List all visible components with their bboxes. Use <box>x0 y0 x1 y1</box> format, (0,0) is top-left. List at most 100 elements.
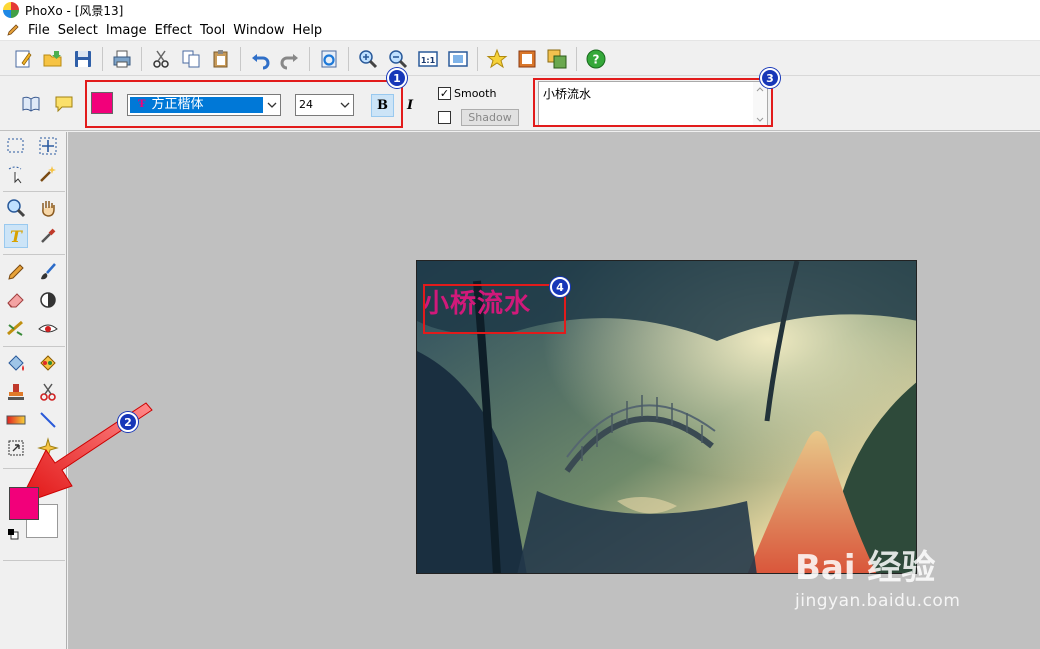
step-badge-3: 3 <box>760 68 780 88</box>
text-style-button[interactable] <box>20 93 42 115</box>
speech-bubble-button[interactable] <box>53 93 75 115</box>
save-button[interactable] <box>68 44 98 74</box>
shadow-checkbox[interactable] <box>438 111 451 124</box>
watermark-main: Bai 经验 <box>795 548 936 588</box>
transform-icon <box>8 440 24 456</box>
highlight-canvas-text <box>423 284 566 334</box>
zoom-in-button[interactable] <box>353 44 383 74</box>
frame-button[interactable] <box>512 44 542 74</box>
help-button[interactable]: ? <box>581 44 611 74</box>
highlight-text-input <box>533 78 773 127</box>
toolbar-separator <box>102 46 103 71</box>
effects-tool[interactable] <box>36 436 60 460</box>
menu-window[interactable]: Window <box>233 23 292 38</box>
menu-select[interactable]: Select <box>58 23 106 38</box>
magic-wand-tool[interactable] <box>36 162 60 186</box>
magic-wand-icon <box>40 166 56 182</box>
new-button[interactable] <box>8 44 38 74</box>
step-badge-2: 2 <box>118 412 138 432</box>
sharpen-tool[interactable] <box>4 316 28 340</box>
redo-button[interactable] <box>275 44 305 74</box>
print-icon <box>113 50 131 67</box>
title-bar: PhoXo - [风景13] <box>0 0 1040 20</box>
menu-tool[interactable]: Tool <box>200 23 233 38</box>
open-folder-icon <box>43 50 62 66</box>
menu-bar: File Select Image Effect Tool Window Hel… <box>0 20 1040 41</box>
gradient-fill-tool[interactable] <box>36 352 60 376</box>
brush-tool[interactable] <box>36 260 60 284</box>
baidu-watermark: Bai 经验 jingyan.baidu.com <box>795 540 960 611</box>
hand-tool[interactable] <box>36 196 60 220</box>
pencil-icon <box>7 24 19 36</box>
red-eye-tool[interactable] <box>36 316 60 340</box>
fit-window-button[interactable] <box>443 44 473 74</box>
italic-button[interactable]: I <box>402 94 418 117</box>
layers-icon <box>547 49 567 68</box>
refresh-icon <box>321 50 337 67</box>
scissors-icon <box>40 383 56 401</box>
paste-button[interactable] <box>206 44 236 74</box>
undo-button[interactable] <box>245 44 275 74</box>
menu-image[interactable]: Image <box>106 23 155 38</box>
favorite-button[interactable] <box>482 44 512 74</box>
svg-text:T: T <box>10 227 23 246</box>
fit-window-icon <box>448 50 468 67</box>
move-tool[interactable] <box>36 134 60 158</box>
eraser-tool[interactable] <box>4 288 28 312</box>
toolbar-separator <box>477 46 478 71</box>
paste-icon <box>213 49 228 67</box>
refresh-button[interactable] <box>314 44 344 74</box>
tool-separator <box>3 560 65 561</box>
stamp-tool[interactable] <box>4 380 28 404</box>
smooth-label: Smooth <box>454 87 497 100</box>
print-button[interactable] <box>107 44 137 74</box>
toolbar-separator <box>348 46 349 71</box>
move-icon <box>39 137 57 155</box>
gradient-tool[interactable] <box>4 408 28 432</box>
contrast-tool[interactable] <box>36 288 60 312</box>
undo-icon <box>252 53 270 69</box>
pencil-tool[interactable] <box>4 260 28 284</box>
tool-separator <box>3 468 65 469</box>
step-badge-1: 1 <box>387 68 407 88</box>
svg-text:1:1: 1:1 <box>421 56 436 65</box>
reset-colors-icon[interactable] <box>7 528 19 540</box>
toolbar-separator <box>240 46 241 71</box>
menu-help[interactable]: Help <box>293 23 331 38</box>
shadow-button[interactable]: Shadow <box>461 109 519 126</box>
rect-select-tool[interactable] <box>4 134 28 158</box>
frame-icon <box>518 50 536 67</box>
foreground-color-swatch[interactable] <box>9 487 39 520</box>
line-tool[interactable] <box>36 408 60 432</box>
fill-tool[interactable] <box>4 352 28 376</box>
layers-button[interactable] <box>542 44 572 74</box>
text-tool[interactable]: T <box>4 224 28 248</box>
step-badge-4: 4 <box>550 277 570 297</box>
lasso-tool[interactable] <box>4 162 28 186</box>
canvas-area[interactable]: 小桥流水 Bai 经验 jingyan.baidu.com <box>68 132 1040 649</box>
sharpen-icon <box>7 320 23 336</box>
copy-icon <box>182 50 200 67</box>
eyedropper-tool[interactable] <box>36 224 60 248</box>
redo-icon <box>280 53 298 69</box>
toolbar-separator <box>309 46 310 71</box>
cut-button[interactable] <box>146 44 176 74</box>
zoom-tool[interactable] <box>4 196 28 220</box>
pencil-icon <box>8 264 24 280</box>
actual-size-button[interactable]: 1:1 <box>413 44 443 74</box>
stamp-icon <box>8 384 24 400</box>
app-logo-icon <box>3 2 19 18</box>
menu-file[interactable]: File <box>28 23 58 38</box>
scissors-tool[interactable] <box>36 380 60 404</box>
help-icon: ? <box>586 49 606 68</box>
speech-bubble-icon <box>55 96 73 113</box>
copy-button[interactable] <box>176 44 206 74</box>
menu-effect[interactable]: Effect <box>155 23 200 38</box>
transform-tool[interactable] <box>4 436 28 460</box>
hand-icon <box>42 201 55 217</box>
magnifier-icon <box>7 199 26 218</box>
contrast-icon <box>40 292 56 308</box>
actual-size-icon: 1:1 <box>418 50 438 67</box>
open-button[interactable] <box>38 44 68 74</box>
smooth-checkbox[interactable]: ✓ <box>438 87 451 100</box>
